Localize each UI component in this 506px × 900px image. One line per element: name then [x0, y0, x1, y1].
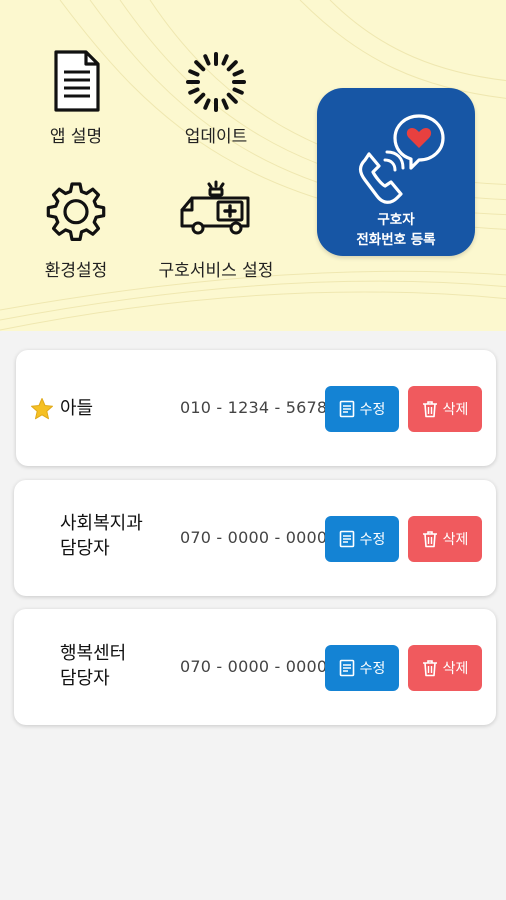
contact-name: 행복센터: [60, 643, 127, 664]
register-label-line2: 전화번호 등록: [356, 232, 436, 248]
contact-card: 아들 010 - 1234 - 5678 수정 삭제: [16, 350, 496, 466]
favorite-star-icon: [31, 398, 53, 420]
edit-button[interactable]: 수정: [325, 516, 399, 562]
menu-update-label: 업데이트: [184, 127, 248, 147]
register-label-line1: 구호자: [377, 212, 415, 228]
contact-name: 사회복지과: [60, 513, 143, 534]
edit-button-label: 수정: [359, 661, 386, 677]
header-panel: 앱 설명 업데이트 환경설정 구호서비스 설정 구호자 전화번호 등록: [0, 0, 506, 331]
contact-name-line2: 담당자: [60, 668, 110, 689]
phone-heart-icon: [358, 114, 445, 204]
delete-button-label: 삭제: [442, 532, 469, 548]
delete-button[interactable]: 삭제: [408, 645, 482, 691]
menu-rescue-service-settings[interactable]: 구호서비스 설정: [141, 180, 291, 281]
edit-button-label: 수정: [359, 402, 386, 418]
document-icon: [54, 50, 100, 112]
delete-button-label: 삭제: [442, 661, 469, 677]
register-guardian-phone-button[interactable]: 구호자 전화번호 등록: [317, 88, 475, 256]
contact-card: 사회복지과 담당자 070 - 0000 - 0000 수정 삭제: [14, 480, 496, 596]
edit-icon: [339, 659, 354, 677]
contact-phone: 070 - 0000 - 0000: [180, 528, 328, 547]
delete-button[interactable]: 삭제: [408, 516, 482, 562]
menu-rescue-service-settings-label: 구호서비스 설정: [158, 261, 274, 281]
edit-icon: [339, 530, 354, 548]
contact-phone: 010 - 1234 - 5678: [180, 398, 328, 417]
trash-icon: [422, 660, 437, 677]
contact-card: 행복센터 담당자 070 - 0000 - 0000 수정 삭제: [14, 609, 496, 725]
menu-app-description[interactable]: 앱 설명: [1, 48, 151, 147]
menu-app-description-label: 앱 설명: [49, 127, 103, 147]
edit-button[interactable]: 수정: [325, 386, 399, 432]
ambulance-icon: [180, 180, 250, 235]
delete-button[interactable]: 삭제: [408, 386, 482, 432]
contact-name: 아들: [60, 398, 94, 419]
trash-icon: [422, 401, 437, 418]
menu-settings[interactable]: 환경설정: [1, 180, 151, 281]
edit-icon: [339, 400, 354, 418]
loading-spinner-icon: [186, 52, 246, 112]
menu-update[interactable]: 업데이트: [141, 50, 291, 147]
menu-settings-label: 환경설정: [44, 261, 108, 281]
contact-name-line2: 담당자: [60, 538, 110, 559]
trash-icon: [422, 531, 437, 548]
delete-button-label: 삭제: [442, 402, 469, 418]
edit-button[interactable]: 수정: [325, 645, 399, 691]
contact-phone: 070 - 0000 - 0000: [180, 657, 328, 676]
gear-icon: [46, 182, 106, 241]
edit-button-label: 수정: [359, 532, 386, 548]
